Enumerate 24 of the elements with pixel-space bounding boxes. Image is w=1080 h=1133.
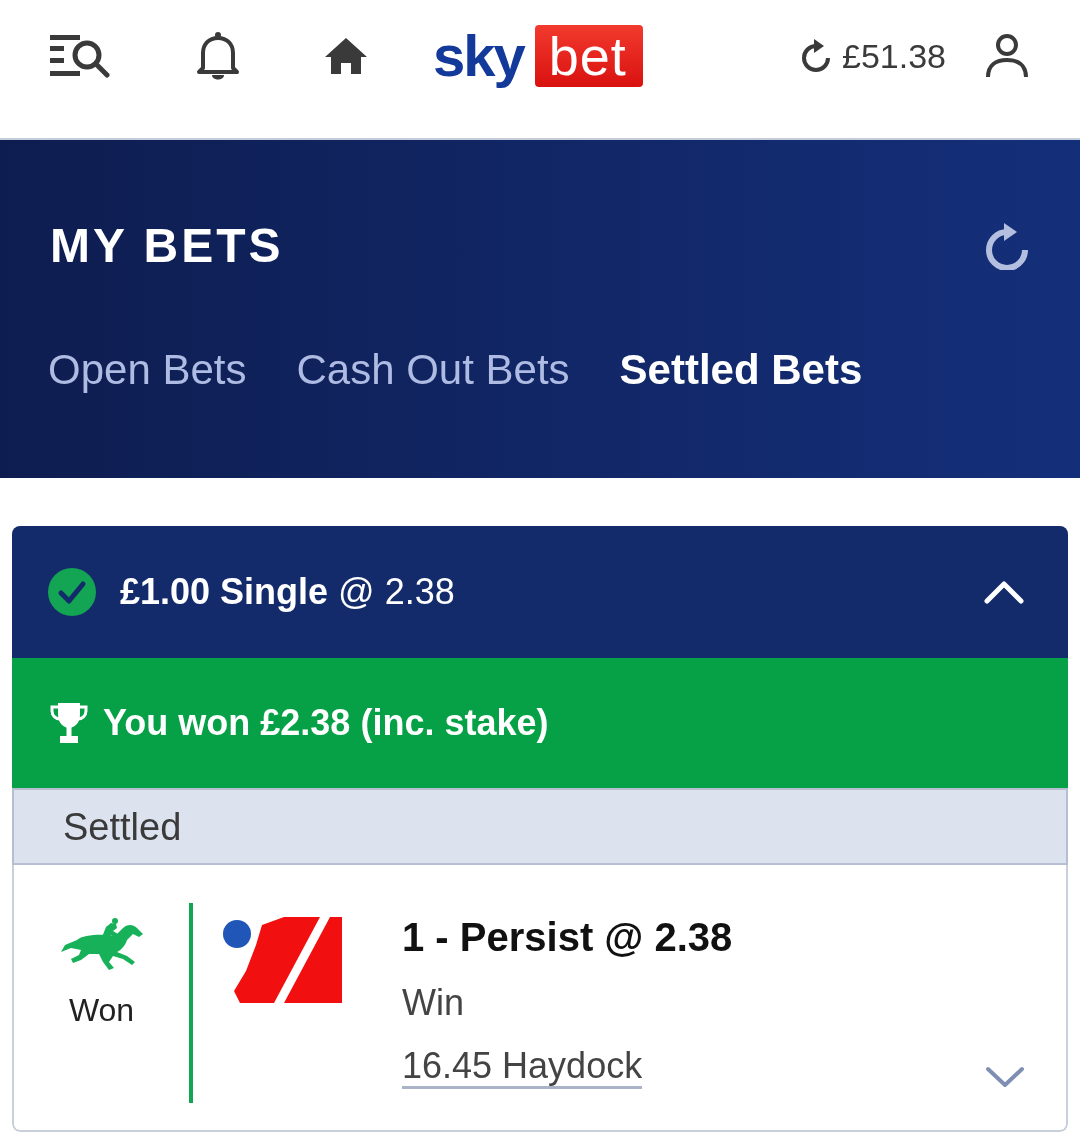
home-icon[interactable] — [325, 38, 367, 74]
selection-title: 1 - Persist @ 2.38 — [402, 914, 733, 961]
refresh-icon — [800, 38, 832, 74]
refresh-icon[interactable] — [984, 222, 1030, 270]
tab[interactable]: Settled Bets — [619, 345, 863, 395]
bell-icon[interactable] — [195, 31, 241, 81]
chevron-down-icon[interactable] — [985, 1065, 1025, 1089]
search-menu-icon[interactable] — [50, 33, 110, 79]
logo-badge[interactable]: bet — [534, 25, 643, 87]
user-icon[interactable] — [984, 33, 1030, 79]
event-link[interactable]: 16.45 Haydock — [402, 1046, 643, 1089]
chevron-up-icon[interactable] — [984, 580, 1024, 604]
status-label: Settled — [63, 804, 182, 849]
winnings-message: You won £2.38 (inc. stake) — [103, 701, 549, 745]
trophy-icon — [48, 702, 90, 744]
market-label: Win — [402, 981, 464, 1025]
jockey-silk-icon — [222, 915, 342, 1003]
tab[interactable]: Open Bets — [48, 345, 247, 395]
bet-summary: £1.00 Single @ 2.38 — [120, 570, 455, 614]
tab[interactable]: Cash Out Bets — [296, 345, 570, 395]
page-title: MY BETS — [50, 219, 284, 273]
result-label: Won — [68, 991, 135, 1029]
logo-text[interactable]: sky — [433, 25, 524, 87]
balance-button[interactable]: £51.38 — [800, 36, 946, 76]
